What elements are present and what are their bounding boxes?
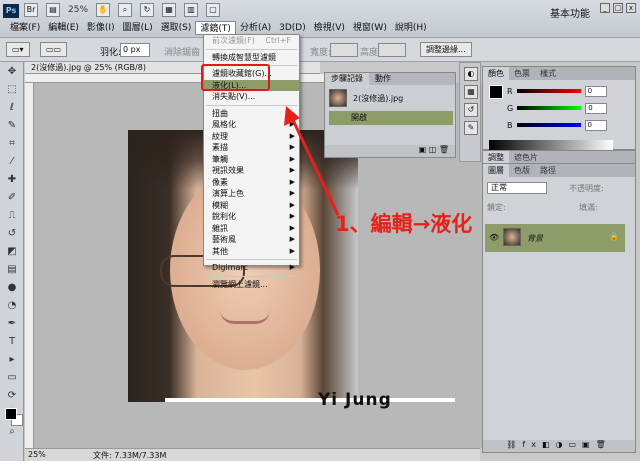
- annotation-text: 1、編輯→液化: [335, 212, 473, 236]
- annotation-arrow: [284, 106, 340, 216]
- arrow-head: [284, 106, 300, 126]
- arrow-shaft: [290, 117, 340, 216]
